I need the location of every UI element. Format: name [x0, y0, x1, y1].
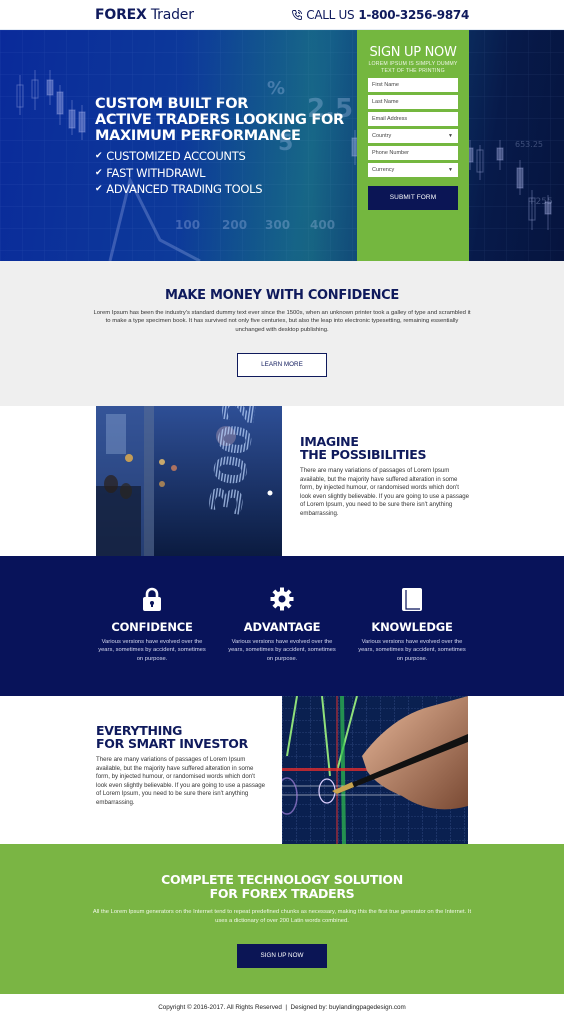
gear-icon: [270, 587, 294, 611]
bg-label-300: 300: [265, 218, 290, 232]
make-money-title: MAKE MONEY WITH CONFIDENCE: [165, 288, 399, 303]
currency-select[interactable]: Currency ▼: [368, 163, 458, 177]
dropdown-caret-icon: ▼: [448, 133, 453, 139]
footer-separator: |: [285, 1004, 288, 1011]
hero-title-line: ACTIVE TRADERS LOOKING FOR: [95, 112, 344, 128]
imagine-title: IMAGINE THE POSSIBILITIES: [300, 435, 470, 461]
feature-text: Various versions have evolved over the y…: [98, 639, 206, 662]
feature-title: CONFIDENCE: [111, 620, 193, 634]
sign-up-now-button[interactable]: SIGN UP NOW: [237, 944, 327, 968]
imagine-section: 3002.22 IMAGINE THE POSSIBILITIES There …: [0, 406, 564, 556]
cta-text: All the Lorem Ipsum generators on the In…: [92, 909, 472, 924]
call-label: CALL US: [306, 7, 355, 22]
last-name-field[interactable]: Last Name: [368, 95, 458, 109]
first-name-placeholder: First Name: [372, 82, 399, 88]
signup-form-subtitle: LOREM IPSUM IS SIMPLY DUMMY TEXT OF THE …: [368, 61, 458, 75]
copyright-text: Copyright © 2016-2017. All Rights Reserv…: [158, 1004, 282, 1011]
make-money-section: MAKE MONEY WITH CONFIDENCE Lorem Ipsum h…: [0, 261, 564, 406]
footer: Copyright © 2016-2017. All Rights Reserv…: [0, 994, 564, 1024]
phone-number-placeholder: Phone Number: [372, 150, 409, 156]
hero-feature-list: ✔ CUSTOMIZED ACCOUNTS ✔ FAST WITHDRAWL ✔ AD…: [95, 148, 344, 198]
phone-number-field[interactable]: Phone Number: [368, 146, 458, 160]
hero-feature-item: ✔ CUSTOMIZED ACCOUNTS: [95, 148, 344, 165]
pen-chart-illustration: [282, 696, 468, 844]
feature-text: Various versions have evolved over the y…: [228, 639, 336, 662]
smart-investor-title: EVERYTHING FOR SMART INVESTOR: [96, 724, 266, 750]
smart-investor-text: There are many variations of passages of…: [96, 756, 266, 806]
imagine-text: There are many variations of passages of…: [300, 467, 470, 517]
cta-title: COMPLETE TECHNOLOGY SOLUTION FOR FOREX T…: [0, 873, 564, 901]
bg-label-653-25: 653.25: [515, 140, 543, 149]
logo-light: Trader: [150, 6, 194, 23]
bg-label-400: 400: [310, 218, 335, 232]
feature-title: KNOWLEDGE: [371, 620, 453, 634]
smart-investor-section: EVERYTHING FOR SMART INVESTOR There are …: [0, 696, 564, 844]
stock-ticker-illustration: 3002.22: [96, 406, 282, 556]
country-select[interactable]: Country ▼: [368, 129, 458, 143]
bg-label-255: +255: [528, 197, 553, 207]
cta-section: COMPLETE TECHNOLOGY SOLUTION FOR FOREX T…: [0, 844, 564, 994]
smart-investor-text-block: EVERYTHING FOR SMART INVESTOR There are …: [96, 724, 266, 807]
make-money-text: Lorem Ipsum has been the industry's stan…: [93, 310, 471, 333]
first-name-field[interactable]: First Name: [368, 78, 458, 92]
learn-more-button[interactable]: LEARN MORE: [237, 352, 327, 377]
bg-label-200: 200: [222, 218, 247, 232]
cta-title-line: FOR FOREX TRADERS: [209, 886, 355, 901]
pen-chart-image: [282, 696, 468, 844]
check-icon: ✔: [95, 167, 103, 178]
hero-title: CUSTOM BUILT FOR ACTIVE TRADERS LOOKING …: [95, 96, 344, 144]
check-icon: ✔: [95, 151, 103, 161]
imagine-title-line: THE POSSIBILITIES: [300, 447, 427, 462]
hero-feature-label: CUSTOMIZED ACCOUNTS: [106, 149, 246, 163]
smart-investor-title-line: FOR SMART INVESTOR: [96, 736, 248, 751]
currency-placeholder: Currency: [372, 167, 395, 173]
lock-icon: [143, 587, 161, 611]
stock-ticker-image: 3002.22: [96, 406, 282, 556]
logo[interactable]: FOREX Trader: [95, 7, 194, 23]
hero-title-line: CUSTOM BUILT FOR: [95, 96, 249, 112]
signup-form: SIGN UP NOW LOREM IPSUM IS SIMPLY DUMMY …: [357, 30, 469, 261]
dropdown-caret-icon: ▼: [448, 167, 453, 173]
hero-feature-item: ✔ ADVANCED TRADING TOOLS: [95, 181, 344, 198]
hero-copy: CUSTOM BUILT FOR ACTIVE TRADERS LOOKING …: [95, 96, 344, 198]
feature-confidence: CONFIDENCE Various versions have evolved…: [87, 586, 217, 696]
phone-icon: [292, 9, 303, 20]
signup-form-subtitle-line: LOREM IPSUM IS SIMPLY DUMMY: [368, 61, 458, 67]
last-name-placeholder: Last Name: [372, 99, 399, 105]
check-icon: ✔: [95, 184, 103, 194]
email-placeholder: Email Address: [372, 116, 408, 122]
hero-feature-label: FAST WITHDRAWL: [106, 165, 206, 180]
signup-form-title: SIGN UP NOW: [369, 45, 457, 60]
features-section: CONFIDENCE Various versions have evolved…: [0, 556, 564, 696]
logo-bold: FOREX: [95, 6, 147, 23]
email-field[interactable]: Email Address: [368, 112, 458, 126]
submit-form-button[interactable]: SUBMIT FORM: [368, 186, 458, 210]
hero-feature-item: ✔ FAST WITHDRAWL: [95, 165, 344, 182]
cta-title-line: COMPLETE TECHNOLOGY SOLUTION: [161, 872, 403, 887]
designed-by-link[interactable]: Designed by: buylandingpagedesign.com: [291, 1004, 406, 1011]
country-placeholder: Country: [372, 133, 392, 139]
signup-form-subtitle-line: TEXT OF THE PRINTING: [381, 68, 445, 74]
call-us[interactable]: CALL US 1-800-3256-9874: [291, 8, 469, 22]
feature-text: Various versions have evolved over the y…: [358, 639, 466, 662]
header: FOREX Trader CALL US 1-800-3256-9874: [0, 0, 564, 30]
bg-label-100: 100: [175, 218, 200, 232]
phone-number[interactable]: 1-800-3256-9874: [358, 8, 469, 22]
landing-page: FOREX Trader CALL US 1-800-3256-9874 % 2…: [0, 0, 564, 1024]
book-icon: [402, 587, 422, 611]
hero-feature-label: ADVANCED TRADING TOOLS: [106, 182, 263, 196]
hero-title-line: MAXIMUM PERFORMANCE: [95, 128, 301, 144]
imagine-text-block: IMAGINE THE POSSIBILITIES There are many…: [300, 435, 470, 518]
feature-advantage: ADVANTAGE Various versions have evolved …: [217, 586, 347, 696]
feature-title: ADVANTAGE: [243, 620, 321, 634]
feature-knowledge: KNOWLEDGE Various versions have evolved …: [347, 586, 477, 696]
hero-section: % 2.5 5 100 200 300 400 653.25 +255 +255…: [0, 30, 564, 261]
